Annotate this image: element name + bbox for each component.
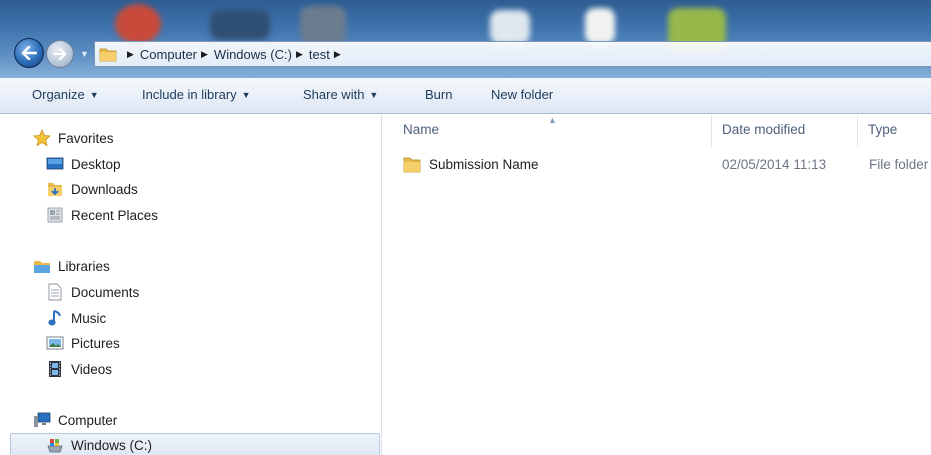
new-folder-button[interactable]: New folder	[491, 87, 553, 102]
blurred-background	[490, 10, 530, 44]
nav-recent-places-label: Recent Places	[71, 207, 159, 223]
folder-icon	[99, 48, 117, 62]
chevron-right-icon[interactable]: ▶	[334, 49, 341, 60]
include-in-library-button[interactable]: Include in library ▼	[142, 87, 251, 102]
include-in-library-label: Include in library	[142, 87, 237, 102]
breadcrumb-test[interactable]: test	[309, 47, 330, 62]
star-icon	[33, 129, 51, 147]
nav-documents-label: Documents	[71, 284, 140, 300]
burn-button[interactable]: Burn	[425, 87, 452, 102]
chevron-right-icon[interactable]: ▶	[296, 49, 303, 60]
column-header-name[interactable]: Name	[403, 122, 439, 137]
blurred-background	[210, 10, 270, 40]
file-row[interactable]: Submission Name 02/05/2014 11:13 File fo…	[383, 153, 931, 177]
blurred-background	[585, 8, 615, 44]
chevron-down-icon: ▼	[369, 89, 379, 100]
breadcrumb-computer[interactable]: Computer	[140, 47, 197, 62]
nav-music[interactable]: Music	[46, 307, 106, 329]
blurred-background	[115, 4, 161, 44]
nav-pictures-label: Pictures	[71, 335, 120, 351]
nav-videos[interactable]: Videos	[46, 358, 112, 380]
nav-windows-c-label: Windows (C:)	[71, 437, 153, 453]
file-list[interactable]: ▲ Name Date modified Type Submission Nam…	[383, 115, 931, 455]
nav-pictures[interactable]: Pictures	[46, 332, 120, 354]
libraries-icon	[33, 257, 51, 275]
nav-windows-c[interactable]: Windows (C:)	[10, 433, 380, 455]
column-header-date-modified[interactable]: Date modified	[722, 122, 805, 137]
address-bar[interactable]: ▶ Computer ▶ Windows (C:) ▶ test ▶	[94, 41, 931, 67]
nav-downloads-label: Downloads	[71, 181, 138, 197]
drive-icon	[46, 436, 64, 454]
forward-button[interactable]	[46, 40, 74, 68]
file-name: Submission Name	[429, 157, 539, 172]
nav-videos-label: Videos	[71, 361, 113, 377]
chevron-right-icon[interactable]: ▶	[127, 49, 134, 60]
music-note-icon	[46, 309, 64, 327]
recent-places-icon	[46, 206, 64, 224]
documents-icon	[46, 283, 64, 301]
chevron-right-icon[interactable]: ▶	[201, 49, 208, 60]
column-header-type[interactable]: Type	[868, 122, 897, 137]
nav-recent-places[interactable]: Recent Places	[46, 204, 158, 226]
organize-label: Organize	[32, 87, 85, 102]
nav-libraries-label: Libraries	[58, 258, 110, 274]
share-with-label: Share with	[303, 87, 365, 102]
nav-favorites-label: Favorites	[58, 130, 114, 146]
pictures-icon	[46, 334, 64, 352]
nav-music-label: Music	[71, 310, 107, 326]
nav-desktop[interactable]: Desktop	[46, 153, 121, 175]
share-with-button[interactable]: Share with ▼	[303, 87, 378, 102]
new-folder-label: New folder	[491, 87, 554, 102]
column-divider[interactable]	[857, 115, 858, 147]
file-type: File folder	[869, 157, 929, 172]
sort-ascending-icon: ▲	[548, 115, 557, 125]
nav-documents[interactable]: Documents	[46, 281, 139, 303]
nav-computer[interactable]: Computer	[33, 409, 117, 431]
file-date-modified: 02/05/2014 11:13	[722, 157, 827, 172]
recent-pages-dropdown[interactable]: ▼	[80, 49, 90, 59]
navigation-pane[interactable]: Favorites Desktop Downloads Recent Place…	[0, 115, 382, 455]
nav-favorites[interactable]: Favorites	[33, 127, 114, 149]
arrow-right-icon	[53, 48, 67, 60]
folder-icon	[403, 156, 421, 176]
blurred-background	[300, 6, 346, 44]
title-bar: ▼ ▶ Computer ▶ Windows (C:) ▶ test ▶	[0, 0, 931, 78]
computer-icon	[33, 411, 51, 429]
back-button[interactable]	[14, 38, 44, 68]
downloads-folder-icon	[46, 180, 64, 198]
arrow-left-icon	[21, 46, 37, 60]
nav-downloads[interactable]: Downloads	[46, 178, 138, 200]
film-icon	[46, 360, 64, 378]
chevron-down-icon: ▼	[241, 89, 251, 100]
nav-computer-label: Computer	[58, 412, 118, 428]
nav-desktop-label: Desktop	[71, 156, 121, 172]
command-bar: Organize ▼ Include in library ▼ Share wi…	[0, 78, 931, 114]
burn-label: Burn	[425, 87, 453, 102]
nav-libraries[interactable]: Libraries	[33, 255, 110, 277]
breadcrumb-windows-c[interactable]: Windows (C:)	[214, 47, 292, 62]
organize-button[interactable]: Organize ▼	[32, 87, 99, 102]
chevron-down-icon: ▼	[89, 89, 99, 100]
desktop-icon	[46, 155, 64, 173]
column-divider[interactable]	[711, 115, 712, 147]
